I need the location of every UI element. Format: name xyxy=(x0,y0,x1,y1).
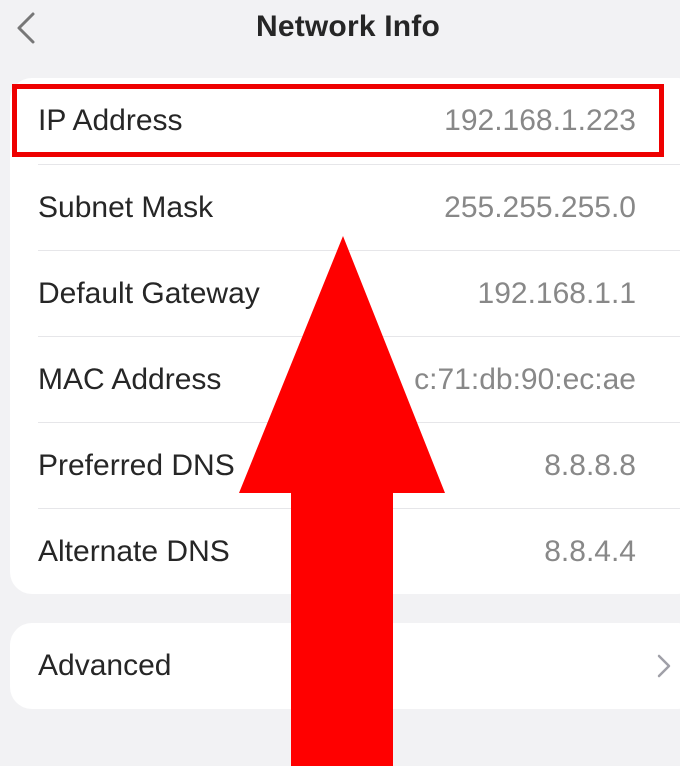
default-gateway-label: Default Gateway xyxy=(38,277,260,310)
preferred-dns-label: Preferred DNS xyxy=(38,449,235,482)
ip-address-label: IP Address xyxy=(38,104,183,137)
row-mac-address[interactable]: MAC Address c:71:db:90:ec:ae xyxy=(38,337,636,423)
row-subnet-mask[interactable]: Subnet Mask 255.255.255.0 xyxy=(38,165,636,251)
row-default-gateway[interactable]: Default Gateway 192.168.1.1 xyxy=(38,251,636,337)
mac-address-label: MAC Address xyxy=(38,363,222,396)
mac-address-value: c:71:db:90:ec:ae xyxy=(414,363,636,396)
default-gateway-value: 192.168.1.1 xyxy=(477,277,636,310)
network-info-card: IP Address 192.168.1.223 Subnet Mask 255… xyxy=(10,78,680,594)
alternate-dns-label: Alternate DNS xyxy=(38,535,230,568)
preferred-dns-value: 8.8.8.8 xyxy=(544,449,636,482)
page-title: Network Info xyxy=(255,10,441,43)
subnet-mask-value: 255.255.255.0 xyxy=(444,191,636,224)
advanced-label: Advanced xyxy=(38,649,172,682)
row-alternate-dns[interactable]: Alternate DNS 8.8.4.4 xyxy=(38,509,636,595)
chevron-right-icon xyxy=(657,654,671,678)
advanced-row[interactable]: Advanced xyxy=(10,623,680,709)
subnet-mask-label: Subnet Mask xyxy=(38,191,214,224)
advanced-item[interactable]: Advanced xyxy=(38,623,636,709)
row-preferred-dns[interactable]: Preferred DNS 8.8.8.8 xyxy=(38,423,636,509)
header-bar: Network Info xyxy=(0,0,680,58)
alternate-dns-value: 8.8.4.4 xyxy=(544,535,636,568)
row-ip-address[interactable]: IP Address 192.168.1.223 xyxy=(38,78,636,164)
ip-address-value: 192.168.1.223 xyxy=(444,104,636,137)
